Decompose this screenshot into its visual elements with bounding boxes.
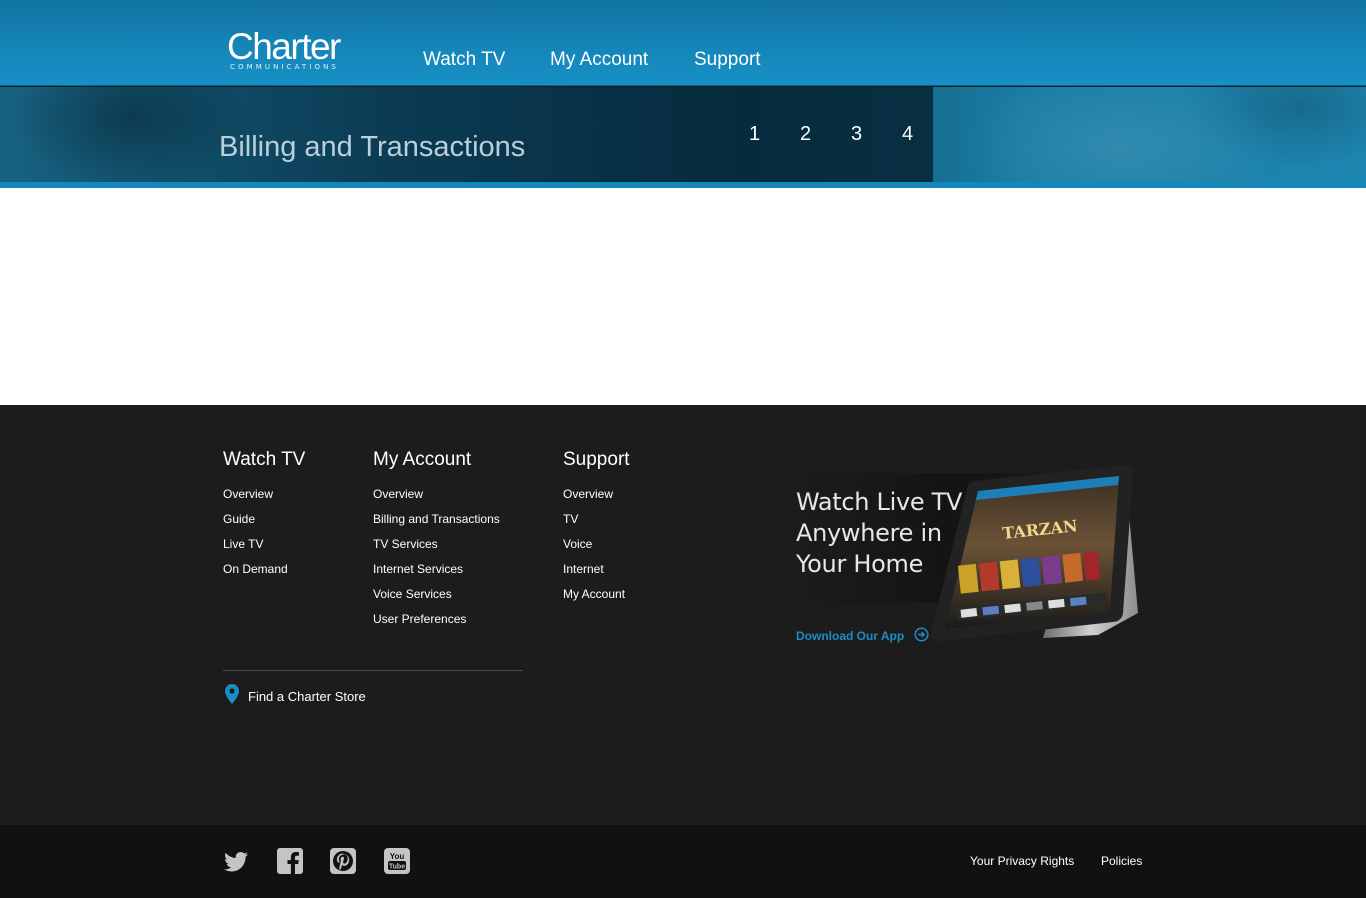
nav-watch-tv[interactable]: Watch TV <box>423 49 505 71</box>
policies-link[interactable]: Policies <box>1101 854 1142 868</box>
charter-logo[interactable]: Charter COMMUNICATIONS <box>227 28 357 74</box>
bottom-bar: You Tube Your Privacy Rights Policies <box>0 825 1366 898</box>
footer-column-my-account: My Account Overview Billing and Transact… <box>373 449 500 635</box>
footer-link-support-overview[interactable]: Overview <box>563 487 613 501</box>
nav-my-account[interactable]: My Account <box>550 49 648 71</box>
app-promo[interactable]: Watch Live TV Anywhere in Your Home Down… <box>795 463 1145 653</box>
page-title: Billing and Transactions <box>219 131 526 163</box>
youtube-icon[interactable]: You Tube <box>383 847 411 875</box>
footer-link-guide[interactable]: Guide <box>223 512 255 526</box>
policies: Policies <box>1101 852 1142 870</box>
logo-subtitle: COMMUNICATIONS <box>230 63 339 71</box>
footer-link-support-tv[interactable]: TV <box>563 512 578 526</box>
footer-link-watch-tv-overview[interactable]: Overview <box>223 487 273 501</box>
footer-heading-my-account: My Account <box>373 449 472 470</box>
footer-link-on-demand[interactable]: On Demand <box>223 562 288 576</box>
download-app[interactable]: Download Our App <box>796 627 929 645</box>
footer-column-support: Support Overview TV Voice Internet My Ac… <box>563 449 630 610</box>
privacy-rights-link[interactable]: Your Privacy Rights <box>970 854 1074 868</box>
step-4-link[interactable]: 4 <box>902 123 913 146</box>
footer-link-internet-services[interactable]: Internet Services <box>373 562 463 576</box>
footer-link-user-preferences[interactable]: User Preferences <box>373 612 466 626</box>
footer-link-support-voice[interactable]: Voice <box>563 537 592 551</box>
step-3-link[interactable]: 3 <box>851 123 862 146</box>
footer-link-support-my-account[interactable]: My Account <box>563 587 625 601</box>
site-footer: Watch TV Overview Guide Live TV On Deman… <box>0 405 1366 825</box>
footer-link-voice-services[interactable]: Voice Services <box>373 587 452 601</box>
privacy-rights: Your Privacy Rights <box>970 852 1074 870</box>
logo-wordmark: Charter <box>227 26 341 67</box>
footer-link-tv-services[interactable]: TV Services <box>373 537 438 551</box>
twitter-icon[interactable] <box>222 847 250 875</box>
pinterest-icon[interactable] <box>329 847 357 875</box>
footer-link-account-overview[interactable]: Overview <box>373 487 423 501</box>
footer-heading-watch-tv: Watch TV <box>223 449 306 470</box>
step-1-link[interactable]: 1 <box>749 123 760 146</box>
main-content <box>0 188 1366 405</box>
tablet-illustration: TARZAN <box>931 465 1138 642</box>
svg-text:Tube: Tube <box>389 864 405 871</box>
location-pin-icon <box>225 684 239 704</box>
footer-divider <box>223 670 523 671</box>
download-app-link[interactable]: Download Our App <box>796 629 904 643</box>
footer-heading-support: Support <box>563 449 630 470</box>
nav-support[interactable]: Support <box>694 49 761 71</box>
footer-link-live-tv[interactable]: Live TV <box>223 537 263 551</box>
footer-column-watch-tv: Watch TV Overview Guide Live TV On Deman… <box>223 449 305 585</box>
facebook-icon[interactable] <box>276 847 304 875</box>
top-navigation-bar: Charter COMMUNICATIONS Watch TV My Accou… <box>0 0 1366 86</box>
page-banner: Billing and Transactions 1 2 3 4 <box>0 87 1366 182</box>
footer-link-support-internet[interactable]: Internet <box>563 562 604 576</box>
find-store-link[interactable]: Find a Charter Store <box>248 689 366 704</box>
svg-text:You: You <box>390 852 405 861</box>
footer-link-billing[interactable]: Billing and Transactions <box>373 512 500 526</box>
step-2-link[interactable]: 2 <box>800 123 811 146</box>
